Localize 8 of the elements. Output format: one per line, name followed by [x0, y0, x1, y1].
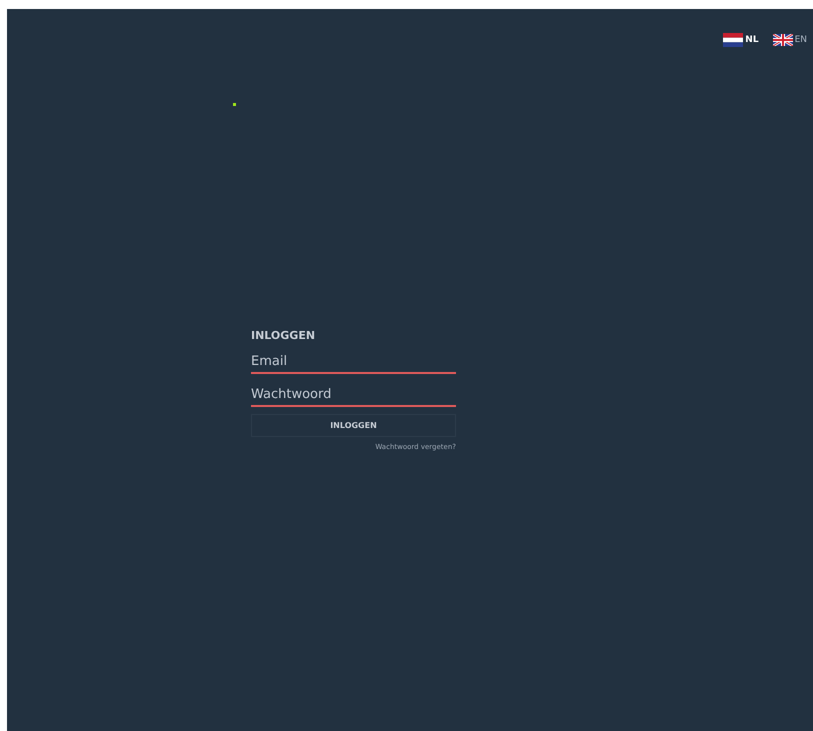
flag-icon [723, 33, 744, 47]
language-button[interactable]: EN [772, 33, 807, 47]
email-field[interactable]: Email [251, 350, 456, 374]
login-title: INLOGGEN [251, 329, 316, 342]
language-button[interactable]: NL [723, 33, 759, 47]
login-button[interactable]: INLOGGEN [251, 414, 456, 437]
password-field[interactable]: Wachtwoord [251, 383, 456, 407]
flag-icon [772, 34, 793, 46]
